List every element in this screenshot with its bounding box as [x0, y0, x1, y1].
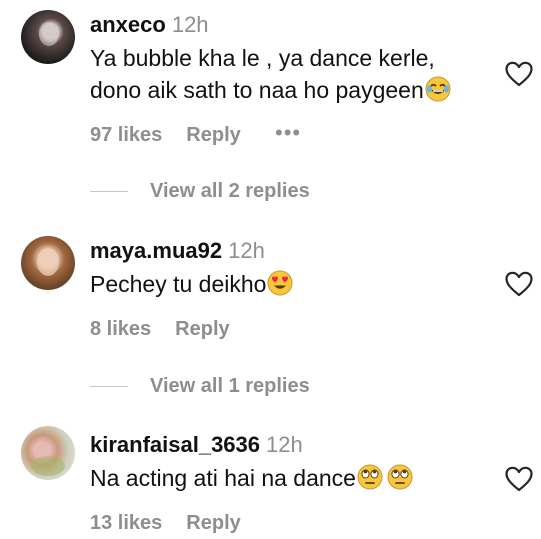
- comment-text-line-content: dono aik sath to naa ho paygeen: [90, 77, 424, 103]
- likes-count[interactable]: 13 likes: [90, 512, 162, 534]
- username[interactable]: kiranfaisal_3636: [90, 432, 260, 457]
- comment-text-content: Pechey tu deikho: [90, 271, 267, 297]
- divider: [90, 191, 128, 192]
- laughing-emoji-icon: [425, 76, 451, 110]
- comment-text: Ya bubble kha le , ya dance kerle, dono …: [90, 42, 451, 110]
- comment-actions: 13 likes Reply: [90, 512, 241, 535]
- view-replies-button[interactable]: View all 2 replies: [90, 180, 310, 203]
- timestamp: 12h: [228, 238, 265, 263]
- avatar[interactable]: [21, 426, 75, 480]
- heart-eyes-emoji-icon: [267, 270, 293, 304]
- comment-text-line: Ya bubble kha le , ya dance kerle,: [90, 45, 435, 71]
- timestamp: 12h: [171, 12, 209, 37]
- comment-meta: maya.mua92 12h: [90, 238, 265, 264]
- username[interactable]: maya.mua92: [90, 238, 222, 263]
- heart-icon[interactable]: [505, 271, 533, 297]
- comment-text: Na acting ati hai na dance: [90, 462, 413, 498]
- timestamp: 12h: [266, 432, 303, 457]
- view-replies-label[interactable]: View all 2 replies: [150, 180, 310, 202]
- avatar[interactable]: [21, 236, 75, 290]
- comment-actions: 8 likes Reply: [90, 318, 230, 341]
- heart-icon[interactable]: [505, 61, 533, 87]
- heart-icon[interactable]: [505, 466, 533, 492]
- eye-roll-emoji-icon: [387, 464, 413, 498]
- reply-button[interactable]: Reply: [186, 124, 240, 146]
- divider: [90, 386, 128, 387]
- reply-button[interactable]: Reply: [186, 512, 240, 534]
- comment-text: Pechey tu deikho: [90, 268, 293, 304]
- view-replies-button[interactable]: View all 1 replies: [90, 375, 310, 398]
- reply-button[interactable]: Reply: [175, 318, 229, 340]
- avatar[interactable]: [21, 10, 75, 64]
- view-replies-label[interactable]: View all 1 replies: [150, 375, 310, 397]
- comment-meta: kiranfaisal_3636 12h: [90, 432, 303, 458]
- comment-actions: 97 likes Reply: [90, 124, 241, 147]
- comment-meta: anxeco 12h: [90, 12, 209, 38]
- eye-roll-emoji-icon: [357, 464, 383, 498]
- comment-text-line-2: dono aik sath to naa ho paygeen: [90, 74, 451, 110]
- username[interactable]: anxeco: [90, 12, 166, 37]
- comment-text-content: Na acting ati hai na dance: [90, 465, 356, 491]
- likes-count[interactable]: 97 likes: [90, 124, 162, 146]
- likes-count[interactable]: 8 likes: [90, 318, 151, 340]
- more-options-icon[interactable]: •••: [275, 120, 301, 146]
